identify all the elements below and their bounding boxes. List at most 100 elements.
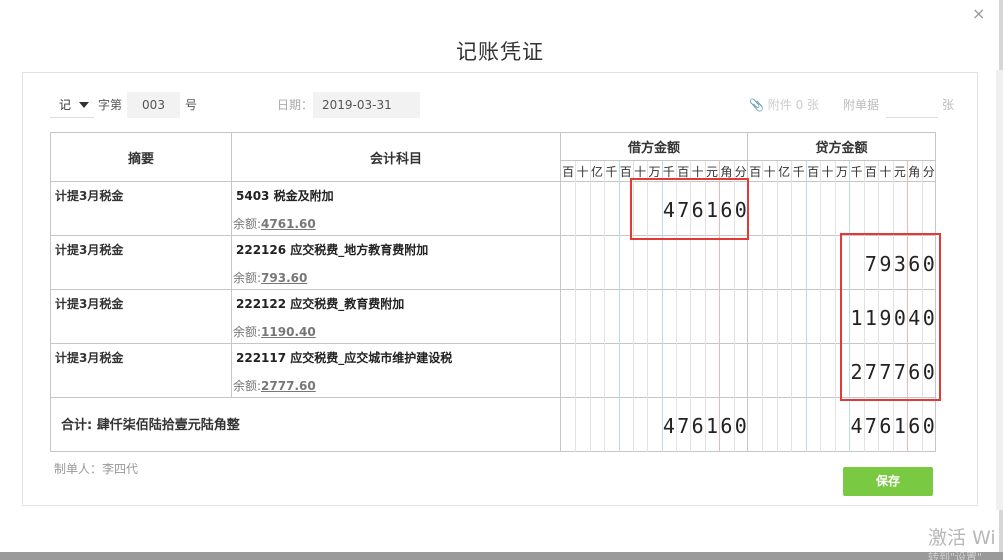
date-label: 日期： (277, 98, 314, 112)
summary-cell[interactable]: 计提3月税金 (50, 289, 232, 344)
summary-text: 计提3月税金 (55, 189, 124, 203)
credit-amount-cell[interactable]: 119040 (747, 289, 936, 344)
date-input[interactable]: 2019-03-31 (313, 92, 420, 118)
amount-digit: 0 (923, 414, 935, 438)
attachment-docs-label: 附单据 (843, 98, 880, 112)
amount-digit: 3 (894, 252, 906, 276)
digit-column-label: 万 (648, 165, 660, 179)
voucher-table: 摘要 会计科目 借方金额 贷方金额 百十亿千百十万千百十元角分 百十亿千百十万千… (50, 132, 936, 452)
amount-digit: 6 (879, 414, 891, 438)
digit-column-label: 百 (677, 165, 689, 179)
balance-value: 2777.60 (261, 379, 316, 393)
balance-label: 余额: (233, 379, 262, 393)
taskbar-strip (0, 552, 1003, 560)
amount-digit: 6 (692, 414, 704, 438)
voucher-number-input[interactable]: 003 (127, 92, 180, 118)
amount-digit: 9 (879, 306, 891, 330)
summary-text: 计提3月税金 (55, 297, 124, 311)
amount-digit: 7 (879, 360, 891, 384)
close-icon[interactable]: × (972, 4, 985, 24)
amount-digit: 2 (850, 360, 862, 384)
amount-digit: 6 (692, 198, 704, 222)
amount-digit: 6 (720, 198, 732, 222)
amount-digit: 7 (865, 252, 877, 276)
debit-amount-cell[interactable] (560, 289, 748, 344)
amount-digit: 6 (908, 414, 920, 438)
account-cell[interactable]: 222122 应交税费_教育费附加 余额:1190.40 (231, 289, 561, 344)
summary-cell[interactable]: 计提3月税金 (50, 343, 232, 398)
maker-label: 制单人：李四代 (54, 462, 139, 476)
voucher-word-value: 记 (59, 98, 72, 112)
save-button[interactable]: 保存 (843, 467, 933, 496)
hao-label: 号 (185, 98, 198, 112)
balance-text: 余额:4761.60 (233, 215, 316, 232)
account-cell[interactable]: 222117 应交税费_应交城市维护建设税 余额:2777.60 (231, 343, 561, 398)
digit-column-label: 亿 (591, 164, 603, 179)
digit-column-label: 十 (764, 165, 776, 179)
amount-digit: 1 (706, 198, 718, 222)
credit-digit-headers: 百十亿千百十万千百十元角分 (747, 160, 936, 182)
digit-column-label: 十 (822, 165, 834, 179)
paperclip-icon: 📎 (749, 98, 764, 112)
amount-digit: 0 (923, 306, 935, 330)
amount-digit: 1 (865, 306, 877, 330)
balance-text: 余额:793.60 (233, 269, 307, 286)
credit-amount-cell[interactable]: 79360 (747, 235, 936, 290)
amount-digit: 0 (894, 306, 906, 330)
zhang-label: 张 (942, 98, 955, 112)
account-text: 222117 应交税费_应交城市维护建设税 (236, 351, 453, 365)
summary-cell[interactable]: 计提3月税金 (50, 235, 232, 290)
summary-header: 摘要 (50, 132, 232, 182)
attachment-docs-input[interactable] (886, 92, 938, 118)
amount-digit: 6 (908, 252, 920, 276)
digit-column-label: 分 (923, 165, 935, 179)
balance-value: 793.60 (261, 271, 308, 285)
debit-amount-cell[interactable] (560, 343, 748, 398)
digit-column-label: 十 (692, 165, 704, 179)
amount-digit: 7 (677, 414, 689, 438)
account-header: 会计科目 (231, 132, 561, 182)
total-label-cell: 合计: 肆仟柒佰陆拾壹元陆角整 (50, 397, 561, 452)
digit-column-label: 千 (663, 165, 675, 179)
amount-digit: 7 (865, 360, 877, 384)
balance-label: 余额: (233, 325, 262, 339)
amount-digit: 1 (706, 414, 718, 438)
attachments-link[interactable]: 📎 附件 0 张 (749, 92, 819, 118)
scrollbar-track[interactable] (996, 70, 1003, 510)
amount-digit: 4 (663, 414, 675, 438)
account-cell[interactable]: 5403 税金及附加 余额:4761.60 (231, 181, 561, 236)
digit-column-label: 千 (605, 165, 617, 179)
digit-column-label: 百 (807, 165, 819, 179)
account-text: 222126 应交税费_地方教育费附加 (236, 243, 429, 257)
credit-amount-cell[interactable] (747, 181, 936, 236)
table-row: 计提3月税金 5403 税金及附加 余额:4761.60 476160 (50, 181, 936, 236)
chevron-down-icon (79, 102, 89, 108)
digit-column-label: 百 (620, 165, 632, 179)
debit-amount-cell[interactable] (560, 235, 748, 290)
balance-text: 余额:1190.40 (233, 323, 316, 340)
table-row: 计提3月税金 222122 应交税费_教育费附加 余额:1190.40 1190… (50, 289, 936, 344)
amount-digit: 4 (908, 306, 920, 330)
account-cell[interactable]: 222126 应交税费_地方教育费附加 余额:793.60 (231, 235, 561, 290)
amount-digit: 7 (894, 360, 906, 384)
summary-text: 计提3月税金 (55, 243, 124, 257)
voucher-word-select[interactable]: 记 (50, 92, 94, 118)
amount-digit: 1 (894, 414, 906, 438)
amount-digit: 4 (663, 198, 675, 222)
table-row: 计提3月税金 222126 应交税费_地方教育费附加 余额:793.60 793… (50, 235, 936, 290)
amount-digit: 0 (735, 414, 747, 438)
digit-column-label: 百 (749, 165, 761, 179)
total-text: 合计: 肆仟柒佰陆拾壹元陆角整 (61, 418, 240, 433)
balance-label: 余额: (233, 217, 262, 231)
digit-column-label: 十 (577, 165, 589, 179)
total-row: 合计: 肆仟柒佰陆拾壹元陆角整 476160 476160 (50, 397, 936, 452)
amount-digit: 6 (720, 414, 732, 438)
digit-column-label: 百 (865, 165, 877, 179)
amount-digit: 1 (850, 306, 862, 330)
zi-label: 字第 (98, 98, 123, 112)
debit-amount-cell[interactable]: 476160 (560, 181, 748, 236)
summary-cell[interactable]: 计提3月税金 (50, 181, 232, 236)
credit-amount-cell[interactable]: 277760 (747, 343, 936, 398)
digit-column-label: 元 (894, 165, 906, 179)
amount-digit: 7 (677, 198, 689, 222)
